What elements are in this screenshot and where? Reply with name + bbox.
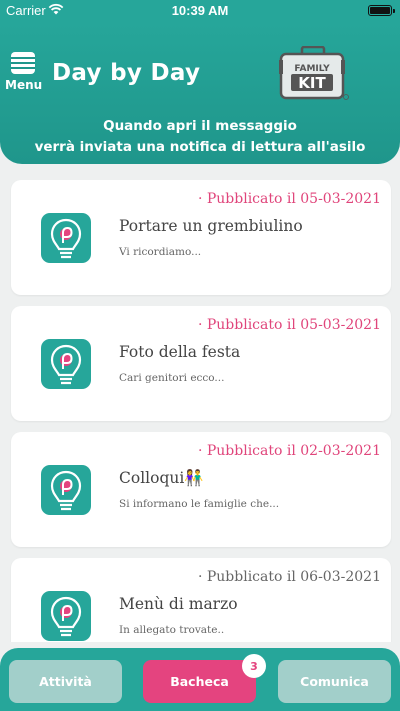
post-title: Foto della festa: [119, 343, 241, 361]
posts-list[interactable]: · Pubblicato il 05-03-2021 Portare un gr…: [0, 180, 400, 642]
tab-attivita[interactable]: Attività: [9, 660, 122, 703]
read-receipt-notice: Quando apri il messaggio verrà inviata u…: [0, 116, 400, 158]
post-card[interactable]: · Pubblicato il 06-03-2021 Menù di marzo…: [11, 558, 391, 642]
post-title: Colloqui👫: [119, 469, 204, 487]
notice-line-1: Quando apri il messaggio: [103, 118, 297, 134]
post-excerpt: Cari genitori ecco...: [119, 372, 225, 384]
tab-bacheca[interactable]: Bacheca: [143, 660, 256, 703]
post-card[interactable]: · Pubblicato il 05-03-2021 Portare un gr…: [11, 180, 391, 295]
battery-icon: [368, 5, 395, 16]
post-thumbnail-icon: [41, 465, 91, 515]
menu-label: Menu: [5, 78, 43, 92]
app-header: Menu Day by Day FAMILY KIT Quando apri i…: [0, 22, 400, 164]
post-excerpt: Vi ricordiamo...: [119, 246, 202, 258]
post-thumbnail-icon: [41, 213, 91, 263]
page-title: Day by Day: [52, 60, 201, 86]
post-card[interactable]: · Pubblicato il 02-03-2021 Colloqui👫 Si …: [11, 432, 391, 547]
post-thumbnail-icon: [41, 339, 91, 389]
post-thumbnail-icon: [41, 591, 91, 641]
post-date: · Pubblicato il 05-03-2021: [197, 317, 381, 333]
hamburger-menu-icon: [11, 52, 35, 74]
status-bar: Carrier 10:39 AM: [0, 0, 400, 22]
status-time: 10:39 AM: [171, 3, 229, 18]
post-title: Portare un grembiulino: [119, 217, 303, 235]
post-excerpt: In allegato trovate..: [119, 624, 225, 636]
bottom-tab-bar: Attività Bacheca 3 Comunica: [0, 648, 400, 711]
post-card[interactable]: · Pubblicato il 05-03-2021 Foto della fe…: [11, 306, 391, 421]
post-date: · Pubblicato il 06-03-2021: [197, 569, 381, 585]
logo-text-kit: KIT: [298, 74, 326, 92]
post-date: · Pubblicato il 02-03-2021: [197, 443, 381, 459]
logo-text-family: FAMILY: [294, 64, 330, 74]
post-excerpt: Si informano le famiglie che...: [119, 498, 280, 510]
post-title: Menù di marzo: [119, 595, 238, 613]
bacheca-unread-badge: 3: [242, 654, 266, 678]
tab-comunica[interactable]: Comunica: [278, 660, 391, 703]
post-date: · Pubblicato il 05-03-2021: [197, 191, 381, 207]
menu-button[interactable]: Menu: [5, 52, 43, 96]
notice-line-2: verrà inviata una notifica di lettura al…: [34, 139, 366, 155]
family-kit-logo: FAMILY KIT: [279, 46, 349, 100]
